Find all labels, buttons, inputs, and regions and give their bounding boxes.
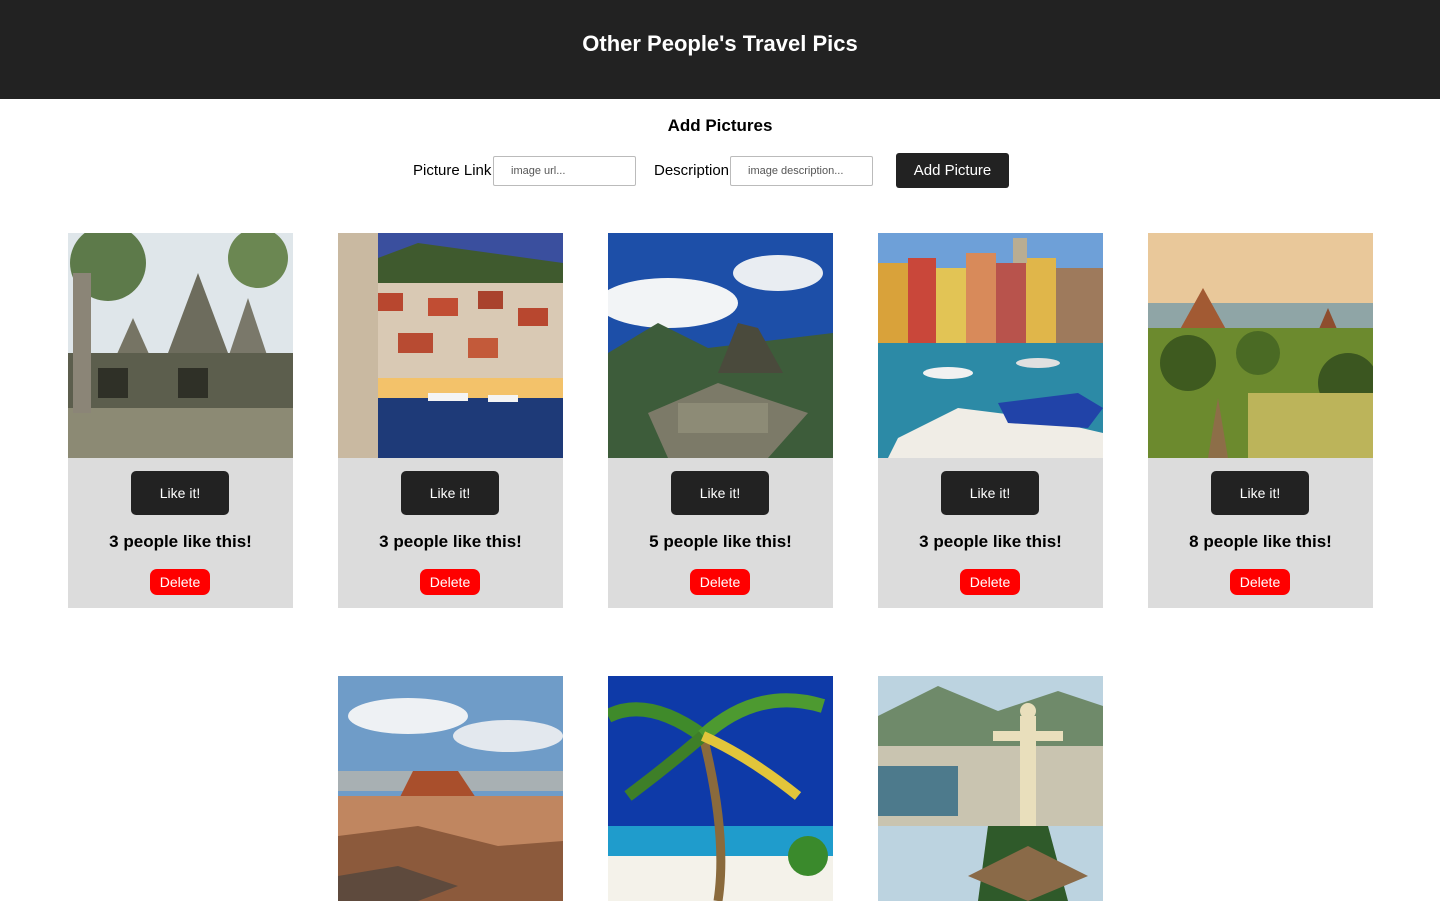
- page-title: Other People's Travel Pics: [582, 31, 858, 56]
- like-count: 3 people like this!: [379, 532, 522, 551]
- travel-photo-statue-city: [878, 676, 1103, 901]
- travel-photo-desert-canyon: [338, 676, 563, 901]
- like-button[interactable]: Like it!: [131, 471, 229, 515]
- travel-photo-mountain-ruins: [608, 233, 833, 458]
- picture-card-footer: Like it! 3 people like this! Delete: [878, 458, 1103, 608]
- description-label: Description: [654, 162, 730, 179]
- like-button[interactable]: Like it!: [401, 471, 499, 515]
- delete-button[interactable]: Delete: [150, 569, 210, 595]
- picture-card: Like it! 3 people like this! Delete: [878, 233, 1103, 608]
- like-count: 3 people like this!: [109, 532, 252, 551]
- add-pictures-heading: Add Pictures: [667, 116, 773, 135]
- picture-card: [608, 676, 833, 901]
- delete-button[interactable]: Delete: [690, 569, 750, 595]
- like-count: 3 people like this!: [919, 532, 1062, 551]
- travel-photo-temple-ruins: [68, 233, 293, 458]
- picture-card: [878, 676, 1103, 901]
- delete-button[interactable]: Delete: [1230, 569, 1290, 595]
- travel-photo-palm-beach: [608, 676, 833, 901]
- delete-button[interactable]: Delete: [420, 569, 480, 595]
- like-count: 5 people like this!: [649, 532, 792, 551]
- picture-card: Like it! 3 people like this! Delete: [68, 233, 293, 608]
- picture-card-footer: Like it! 3 people like this! Delete: [338, 458, 563, 608]
- travel-photo-colorful-harbor: [878, 233, 1103, 458]
- app-header: Other People's Travel Pics: [0, 0, 1440, 99]
- picture-card-footer: Like it! 5 people like this! Delete: [608, 458, 833, 608]
- delete-button[interactable]: Delete: [960, 569, 1020, 595]
- travel-photo-coastal-town: [338, 233, 563, 458]
- travel-photo-temples-plain: [1148, 233, 1373, 458]
- like-button[interactable]: Like it!: [1211, 471, 1309, 515]
- add-picture-button[interactable]: Add Picture: [896, 153, 1009, 188]
- like-button[interactable]: Like it!: [941, 471, 1039, 515]
- picture-link-label: Picture Link: [413, 162, 492, 179]
- picture-link-input[interactable]: [493, 156, 636, 186]
- picture-card: Like it! 5 people like this! Delete: [608, 233, 833, 608]
- picture-card: [338, 676, 563, 901]
- like-count: 8 people like this!: [1189, 532, 1332, 551]
- like-button[interactable]: Like it!: [671, 471, 769, 515]
- picture-card-footer: Like it! 3 people like this! Delete: [68, 458, 293, 608]
- picture-card-footer: Like it! 8 people like this! Delete: [1148, 458, 1373, 608]
- picture-card: Like it! 8 people like this! Delete: [1148, 233, 1373, 608]
- picture-card: Like it! 3 people like this! Delete: [338, 233, 563, 608]
- description-input[interactable]: [730, 156, 873, 186]
